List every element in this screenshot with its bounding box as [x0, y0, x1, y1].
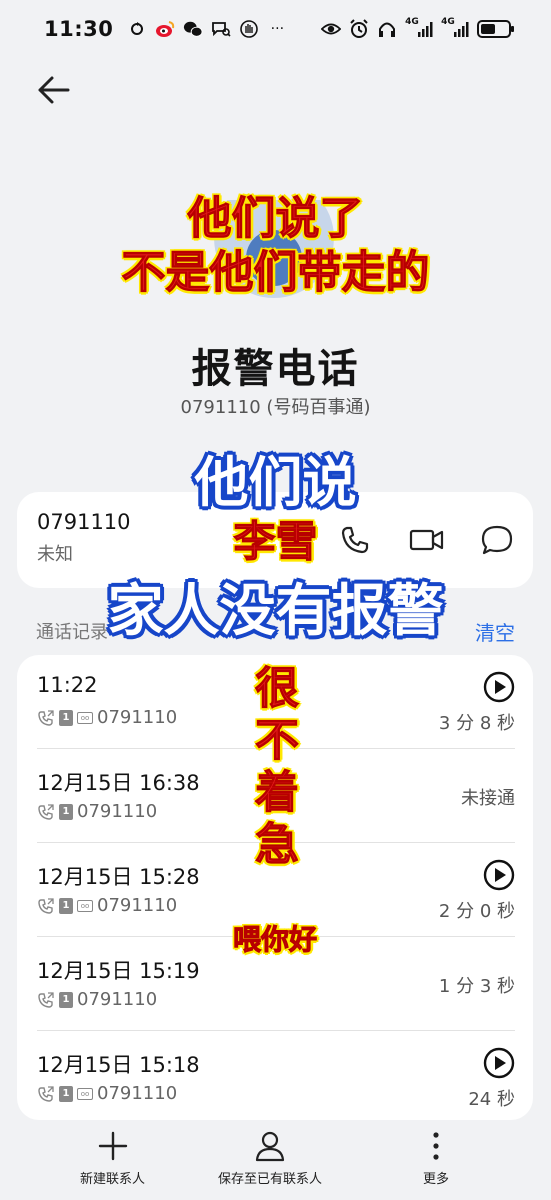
- caption-line-4: 李雪: [233, 517, 318, 567]
- sim-badge: 1: [59, 991, 73, 1008]
- call-number: 0791110: [97, 895, 178, 916]
- alarm-icon: [349, 19, 369, 39]
- arrow-left-icon: [38, 76, 70, 104]
- sim-badge: 1: [59, 1085, 73, 1102]
- eye-icon: [321, 19, 341, 39]
- contact-name: 报警电话: [191, 346, 360, 392]
- more-dots-icon: ···: [270, 21, 285, 37]
- caption-line-3: 他们说: [194, 450, 357, 514]
- signal-1-icon: 4G: [405, 17, 433, 39]
- call-time: 12月15日 16:38: [37, 771, 200, 795]
- outgoing-call-icon: [38, 1085, 54, 1102]
- call-duration: 24 秒: [468, 1089, 515, 1110]
- call-time: 12月15日 15:19: [37, 959, 200, 983]
- weibo-icon: [155, 19, 175, 39]
- headphones-icon: [377, 19, 397, 39]
- contact-subtitle: 0791110 (号码百事通): [180, 397, 371, 418]
- caption-line-6d: 急: [255, 819, 300, 871]
- more-vertical-icon: [433, 1132, 439, 1160]
- call-number: 0791110: [77, 989, 158, 1010]
- outgoing-call-icon: [38, 709, 54, 726]
- recording-icon: oo: [77, 1087, 93, 1100]
- outgoing-call-icon: [38, 897, 54, 914]
- call-time: 12月15日 15:18: [37, 1053, 200, 1077]
- back-button[interactable]: [34, 70, 74, 110]
- call-duration: 3 分 8 秒: [438, 713, 515, 734]
- play-recording-icon[interactable]: [483, 1047, 515, 1079]
- outgoing-call-icon: [38, 991, 54, 1008]
- chat-search-icon: [211, 19, 231, 39]
- new-contact-label: 新建联系人: [80, 1172, 146, 1187]
- recording-icon: oo: [77, 711, 93, 724]
- notification-icons: ···: [127, 19, 287, 39]
- more-label: 更多: [422, 1172, 449, 1187]
- status-time: 11:30: [44, 17, 114, 41]
- call-status: 未接通: [461, 788, 515, 809]
- caption-line-5: 家人没有报警: [107, 578, 444, 644]
- recording-icon: oo: [77, 899, 93, 912]
- call-meta: 1 oo 0791110: [37, 1083, 177, 1104]
- call-row[interactable]: 12月15日 15:18 1 oo 0791110 24 秒: [17, 1031, 533, 1120]
- save-existing-label: 保存至已有联系人: [218, 1172, 323, 1187]
- person-icon: [255, 1131, 285, 1162]
- plus-icon: [98, 1131, 127, 1161]
- bottom-action-bar: 新建联系人 保存至已有联系人 更多: [0, 1122, 551, 1200]
- play-recording-icon[interactable]: [483, 859, 515, 891]
- hand-icon: [239, 19, 259, 39]
- call-meta: 1 0791110: [37, 801, 157, 822]
- sync-icon: [127, 19, 147, 39]
- status-bar: 11:30 ··· 4G 4G: [0, 0, 551, 58]
- system-icons: 4G 4G: [321, 17, 514, 39]
- call-duration: 1 分 3 秒: [438, 976, 515, 997]
- signal-2-icon: 4G: [441, 17, 469, 39]
- call-number: 0791110: [97, 1083, 178, 1104]
- call-number: 0791110: [97, 707, 178, 728]
- call-meta: 1 0791110: [37, 989, 157, 1010]
- call-duration: 2 分 0 秒: [438, 901, 515, 922]
- call-meta: 1 oo 0791110: [37, 707, 177, 728]
- call-time: 11:22: [37, 673, 98, 697]
- sim-badge: 1: [59, 709, 73, 726]
- new-contact-button[interactable]: 新建联系人: [80, 1130, 145, 1187]
- call-meta: 1 oo 0791110: [37, 895, 177, 916]
- sim-badge: 1: [59, 803, 73, 820]
- call-time: 12月15日 15:28: [37, 865, 200, 889]
- sim-badge: 1: [59, 897, 73, 914]
- wechat-icon: [183, 19, 203, 39]
- call-number: 0791110: [77, 801, 158, 822]
- save-existing-contact-button[interactable]: 保存至已有联系人: [218, 1130, 322, 1187]
- battery-icon: [477, 20, 514, 38]
- play-recording-icon[interactable]: [483, 671, 515, 703]
- more-button[interactable]: 更多: [420, 1130, 452, 1187]
- caption-line-2: 不是他们带走的: [121, 247, 430, 299]
- caption-line-7: 喂你好: [232, 923, 317, 957]
- outgoing-call-icon: [38, 803, 54, 820]
